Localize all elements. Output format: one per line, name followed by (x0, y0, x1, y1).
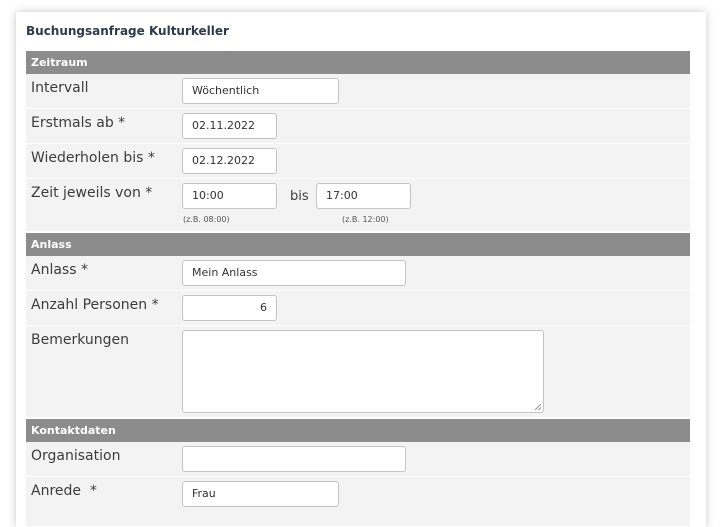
erstmals-date-input[interactable]: 02.11.2022 (182, 113, 277, 139)
row-bemerkungen: Bemerkungen (26, 326, 690, 418)
row-anlass: Anlass * Mein Anlass (26, 256, 690, 291)
erstmals-label: Erstmals ab * (31, 115, 126, 131)
row-anrede: Anrede * Frau (26, 477, 690, 527)
bemerkungen-textarea[interactable] (182, 330, 544, 413)
wiederholen-label: Wiederholen bis * (31, 150, 155, 166)
row-personen: Anzahl Personen * 6 (26, 291, 690, 326)
zeit-label: Zeit jeweils von * (31, 185, 153, 201)
wiederholen-date-input[interactable]: 02.12.2022 (182, 148, 277, 174)
intervall-select[interactable]: Wöchentlich (182, 78, 339, 104)
bemerkungen-label: Bemerkungen (31, 332, 130, 348)
zeit-bis-separator: bis (290, 189, 309, 204)
section-header-zeitraum: Zeitraum (26, 51, 690, 74)
anrede-select[interactable]: Frau (182, 481, 339, 507)
anrede-label: Anrede * (31, 483, 97, 499)
section-header-anlass: Anlass (26, 233, 690, 256)
anlass-input[interactable]: Mein Anlass (182, 260, 406, 286)
intervall-label: Intervall (31, 80, 89, 96)
booking-form-card: Buchungsanfrage Kulturkeller Zeitraum In… (16, 12, 706, 527)
form-title: Buchungsanfrage Kulturkeller (26, 24, 229, 38)
row-organisation: Organisation (26, 442, 690, 477)
section-header-kontakt: Kontaktdaten (26, 419, 690, 442)
anlass-label: Anlass * (31, 262, 88, 278)
resize-handle-icon[interactable] (535, 404, 541, 410)
zeit-bis-hint: (z.B. 12:00) (342, 215, 389, 224)
personen-number-input[interactable]: 6 (182, 295, 277, 321)
zeit-bis-input[interactable]: 17:00 (316, 183, 411, 209)
row-erstmals: Erstmals ab * 02.11.2022 (26, 109, 690, 144)
row-wiederholen: Wiederholen bis * 02.12.2022 (26, 144, 690, 179)
zeit-von-hint: (z.B. 08:00) (183, 215, 230, 224)
row-intervall: Intervall Wöchentlich (26, 74, 690, 109)
row-zeit: Zeit jeweils von * 10:00 bis 17:00 (z.B.… (26, 179, 690, 232)
organisation-label: Organisation (31, 448, 121, 464)
organisation-input[interactable] (182, 446, 406, 472)
zeit-von-input[interactable]: 10:00 (182, 183, 277, 209)
personen-label: Anzahl Personen * (31, 297, 159, 313)
